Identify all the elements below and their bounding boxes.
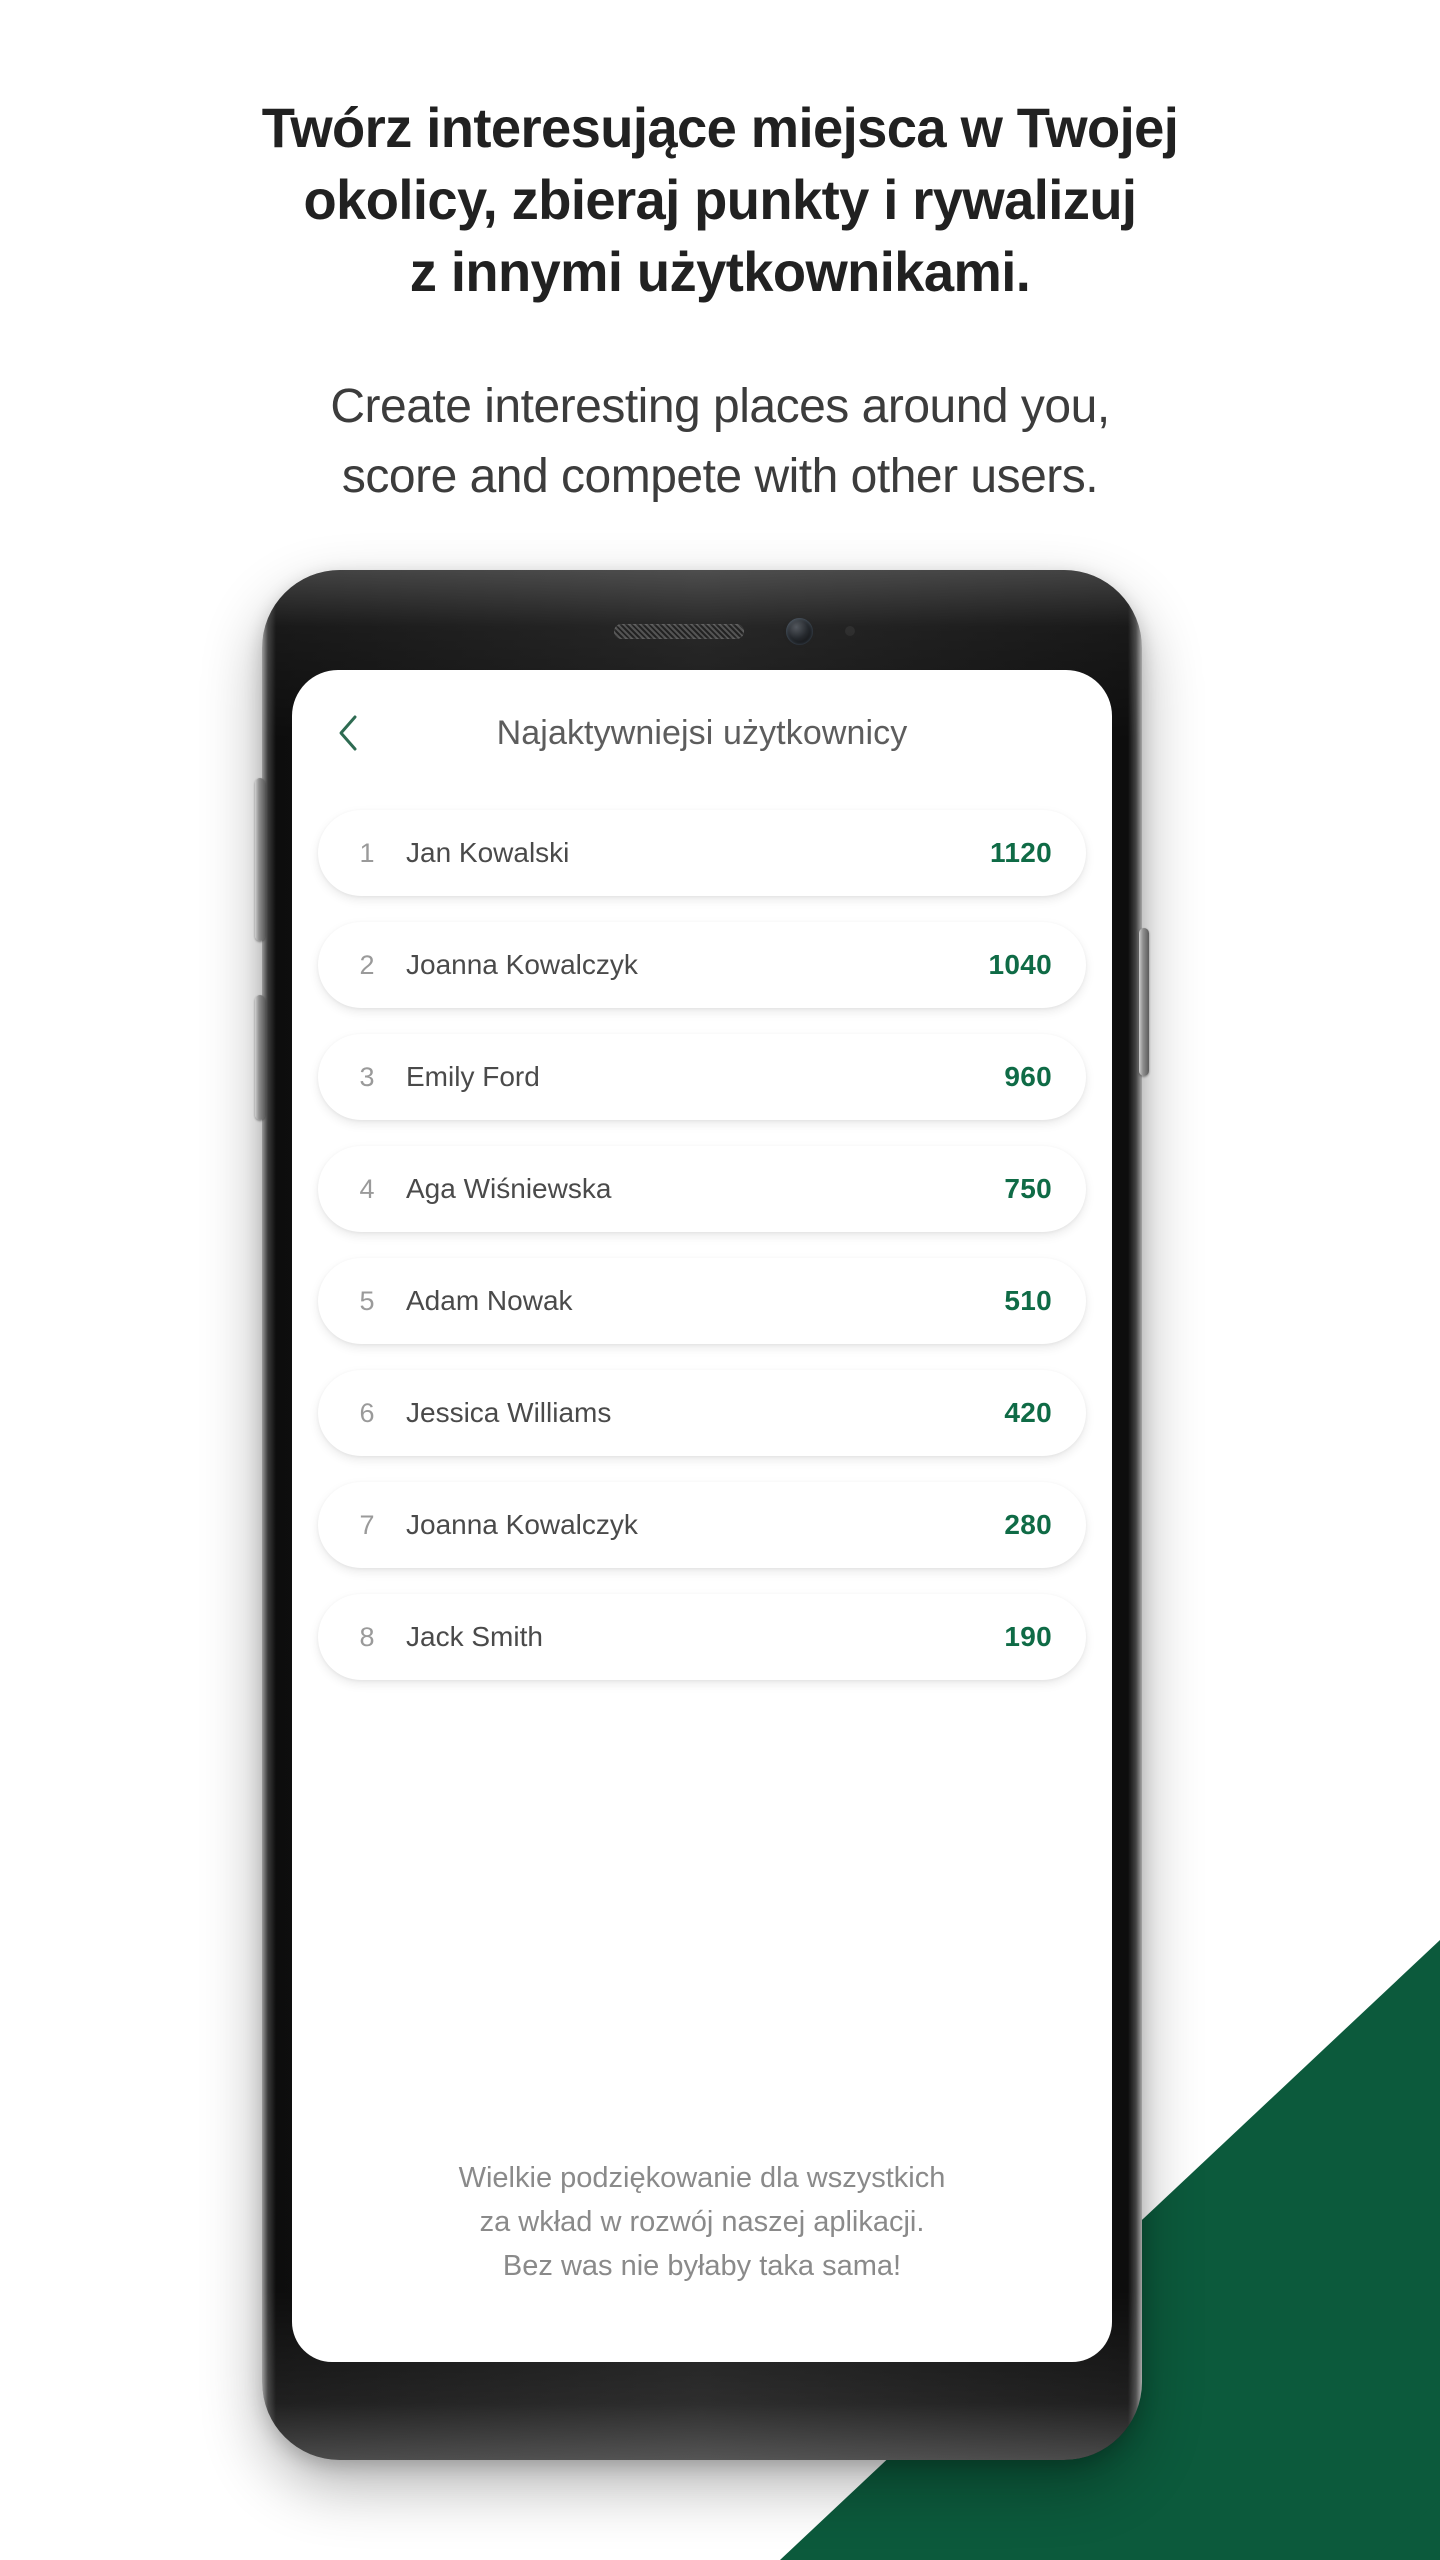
table-row[interactable]: 7 Joanna Kowalczyk 280: [318, 1482, 1086, 1568]
row-score: 190: [1004, 1621, 1052, 1652]
table-row[interactable]: 2 Joanna Kowalczyk 1040: [318, 922, 1086, 1008]
phone-mockup: Najaktywniejsi użytkownicy 1 Jan Kowalsk…: [255, 570, 1149, 2460]
row-name: Jack Smith: [406, 1621, 543, 1652]
subheadline-line-1: Create interesting places around you,: [330, 380, 1110, 433]
table-row[interactable]: 3 Emily Ford 960: [318, 1034, 1086, 1120]
promo-subheadline: Create interesting places around you, sc…: [0, 372, 1440, 512]
front-camera-icon: [786, 618, 813, 645]
row-score: 1040: [988, 949, 1052, 980]
row-score: 510: [1004, 1285, 1052, 1316]
table-row[interactable]: 4 Aga Wiśniewska 750: [318, 1146, 1086, 1232]
proximity-sensor-icon: [845, 626, 855, 636]
thank-you-message: Wielkie podziękowanie dla wszystkich za …: [292, 2156, 1112, 2288]
row-score: 750: [1004, 1173, 1052, 1204]
page-title: Najaktywniejsi użytkownicy: [496, 713, 908, 752]
row-rank: 7: [359, 1509, 375, 1540]
headline-line-2: okolicy, zbieraj punkty i rywalizuj: [303, 168, 1137, 231]
power-button[interactable]: [1139, 928, 1149, 1076]
row-score: 960: [1004, 1061, 1052, 1092]
row-score: 420: [1004, 1397, 1052, 1428]
headline-line-3: z innymi użytkownikami.: [409, 240, 1031, 303]
leaderboard-list: 1 Jan Kowalski 1120 2 Joanna Kowalczyk 1…: [292, 796, 1112, 1680]
headline-line-1: Twórz interesujące miejsca w Twojej: [261, 96, 1179, 159]
row-score: 1120: [990, 837, 1052, 868]
phone-screen: Najaktywniejsi użytkownicy 1 Jan Kowalsk…: [292, 670, 1112, 2362]
speaker-grille-icon: [614, 624, 744, 639]
volume-down-button[interactable]: [255, 995, 265, 1120]
row-name: Aga Wiśniewska: [406, 1173, 612, 1204]
promo-headline-block: Twórz interesujące miejsca w Twojej okol…: [0, 92, 1440, 308]
row-rank: 3: [359, 1061, 375, 1092]
promo-headline: Twórz interesujące miejsca w Twojej okol…: [22, 92, 1419, 308]
row-rank: 2: [359, 949, 375, 980]
row-rank: 4: [359, 1173, 375, 1204]
thank-you-line-2: za wkład w rozwój naszej aplikacji.: [479, 2206, 925, 2238]
row-name: Jan Kowalski: [406, 837, 570, 868]
subheadline-line-2: score and compete with other users.: [341, 450, 1099, 503]
row-name: Adam Nowak: [406, 1285, 573, 1316]
table-row[interactable]: 8 Jack Smith 190: [318, 1594, 1086, 1680]
table-row[interactable]: 5 Adam Nowak 510: [318, 1258, 1086, 1344]
thank-you-line-3: Bez was nie byłaby taka sama!: [502, 2250, 902, 2282]
row-name: Jessica Williams: [406, 1397, 612, 1428]
thank-you-line-1: Wielkie podziękowanie dla wszystkich: [458, 2162, 946, 2194]
table-row[interactable]: 6 Jessica Williams 420: [318, 1370, 1086, 1456]
row-rank: 8: [359, 1621, 375, 1652]
bixby-button[interactable]: [255, 778, 265, 941]
row-name: Joanna Kowalczyk: [406, 949, 638, 980]
table-row[interactable]: 1 Jan Kowalski 1120: [318, 810, 1086, 896]
row-rank: 6: [359, 1397, 375, 1428]
chevron-left-icon[interactable]: [326, 710, 372, 756]
promo-subheadline-block: Create interesting places around you, sc…: [0, 372, 1440, 512]
row-name: Joanna Kowalczyk: [406, 1509, 638, 1540]
row-name: Emily Ford: [406, 1061, 540, 1092]
app-header: Najaktywniejsi użytkownicy: [292, 670, 1112, 796]
row-rank: 5: [359, 1285, 375, 1316]
row-score: 280: [1004, 1509, 1052, 1540]
row-rank: 1: [359, 837, 375, 868]
